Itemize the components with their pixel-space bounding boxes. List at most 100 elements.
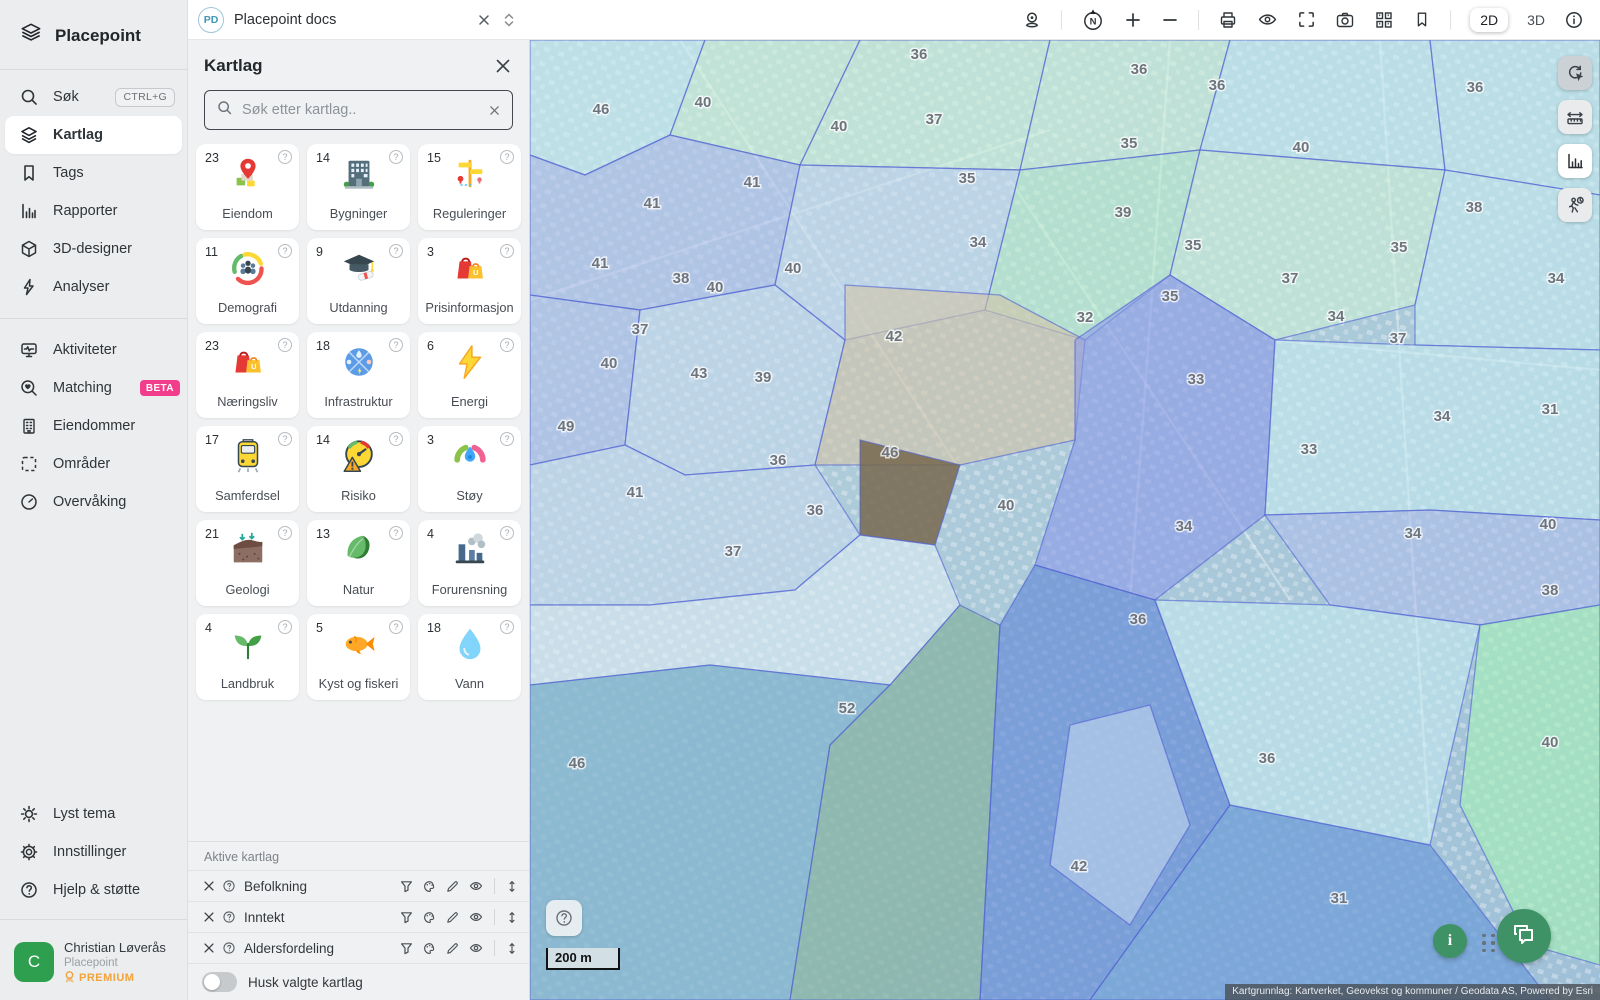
help-icon[interactable]: ? <box>278 432 292 446</box>
visibility-icon[interactable] <box>468 940 484 956</box>
kartlag-category-card-infrastruktur[interactable]: 18 ? Infrastruktur <box>307 332 410 418</box>
help-icon[interactable]: ? <box>389 150 403 164</box>
sidebar-item-sok[interactable]: Søk CTRL+G <box>0 78 187 116</box>
kartlag-category-card-geologi[interactable]: 21 ? Geologi <box>196 520 299 606</box>
tab-reorder-icon[interactable] <box>502 12 516 28</box>
help-icon[interactable]: ? <box>278 150 292 164</box>
palette-icon[interactable] <box>422 941 437 956</box>
sidebar-item-matching[interactable]: Matching BETA <box>0 369 187 407</box>
chat-button[interactable] <box>1497 909 1551 963</box>
remove-layer-icon[interactable] <box>202 941 216 955</box>
travel-time-tool-button[interactable] <box>1558 188 1592 222</box>
reorder-layer-icon[interactable] <box>505 941 519 956</box>
help-icon[interactable]: ? <box>500 432 514 446</box>
remove-layer-icon[interactable] <box>202 879 216 893</box>
kartlag-category-card-n-ringsliv[interactable]: 23 ? U Næringsliv <box>196 332 299 418</box>
statistics-tool-button[interactable] <box>1558 144 1592 178</box>
help-icon[interactable]: ? <box>278 244 292 258</box>
compass-icon[interactable]: N <box>1081 8 1105 32</box>
help-icon[interactable]: ? <box>389 620 403 634</box>
kartlag-category-card-forurensning[interactable]: 4 ? Forurensning <box>418 520 521 606</box>
help-icon[interactable]: ? <box>500 150 514 164</box>
help-icon[interactable]: ? <box>278 620 292 634</box>
help-icon[interactable]: ? <box>389 338 403 352</box>
map-region[interactable] <box>1265 340 1600 520</box>
help-icon[interactable]: ? <box>278 526 292 540</box>
view-2d-button[interactable]: 2D <box>1470 8 1508 32</box>
kartlag-category-card-landbruk[interactable]: 4 ? Landbruk <box>196 614 299 700</box>
help-icon[interactable]: ? <box>500 244 514 258</box>
filter-icon[interactable] <box>399 879 414 894</box>
kartlag-category-card-demografi[interactable]: 11 ? Demografi <box>196 238 299 324</box>
help-icon[interactable]: ? <box>389 526 403 540</box>
tab-placepoint-docs[interactable]: PD Placepoint docs <box>188 7 530 33</box>
kartlag-category-card-reguleringer[interactable]: 15 ? Reguleringer <box>418 144 521 230</box>
kartlag-category-card-eiendom[interactable]: 23 ? Eiendom <box>196 144 299 230</box>
kartlag-category-card-natur[interactable]: 13 ? Natur <box>307 520 410 606</box>
select-rotate-tool-button[interactable] <box>1558 56 1592 90</box>
map-help-button[interactable] <box>546 900 582 936</box>
help-icon[interactable]: ? <box>500 338 514 352</box>
sidebar-item-kartlag[interactable]: Kartlag <box>5 116 182 154</box>
info-icon[interactable] <box>1564 10 1584 30</box>
help-icon[interactable]: ? <box>389 244 403 258</box>
map-region[interactable] <box>530 295 640 465</box>
bookmark-icon[interactable] <box>1413 10 1431 29</box>
sidebar-item-omrader[interactable]: Områder <box>0 445 187 483</box>
street-view-icon[interactable] <box>1022 10 1042 30</box>
filter-icon[interactable] <box>399 941 414 956</box>
sidebar-item-hjelp[interactable]: Hjelp & støtte <box>0 871 187 909</box>
sidebar-item-lyst-tema[interactable]: Lyst tema <box>0 795 187 833</box>
sidebar-item-analyser[interactable]: Analyser <box>0 268 187 306</box>
kartlag-category-card-bygninger[interactable]: 14 ? Bygninger <box>307 144 410 230</box>
camera-icon[interactable] <box>1335 10 1355 30</box>
kartlag-category-card-energi[interactable]: 6 ? Energi <box>418 332 521 418</box>
measure-tool-button[interactable] <box>1558 100 1592 134</box>
layer-info-icon[interactable] <box>222 910 236 924</box>
edit-style-icon[interactable] <box>445 910 460 925</box>
palette-icon[interactable] <box>422 910 437 925</box>
layer-info-icon[interactable] <box>222 941 236 955</box>
map-region[interactable] <box>1200 40 1445 170</box>
zoom-in-icon[interactable] <box>1124 11 1142 29</box>
help-icon[interactable]: ? <box>389 432 403 446</box>
remove-layer-icon[interactable] <box>202 910 216 924</box>
reorder-layer-icon[interactable] <box>505 910 519 925</box>
remember-layers-toggle[interactable] <box>202 972 237 992</box>
kartlag-category-card-kyst-og-fiskeri[interactable]: 5 ? Kyst og fiskeri <box>307 614 410 700</box>
sidebar-item-rapporter[interactable]: Rapporter <box>0 192 187 230</box>
kartlag-category-card-st-y[interactable]: 3 ? Støy <box>418 426 521 512</box>
palette-icon[interactable] <box>422 879 437 894</box>
panel-close-icon[interactable] <box>493 56 513 76</box>
kartlag-category-card-prisinformasjon[interactable]: 3 ? U Prisinformasjon <box>418 238 521 324</box>
kartlag-search[interactable] <box>204 90 513 130</box>
clear-search-icon[interactable] <box>488 104 501 117</box>
tab-close-icon[interactable] <box>476 12 492 28</box>
edit-style-icon[interactable] <box>445 879 460 894</box>
eye-icon[interactable] <box>1257 9 1278 30</box>
view-3d-button[interactable]: 3D <box>1527 12 1545 28</box>
visibility-icon[interactable] <box>468 909 484 925</box>
map-basemap[interactable]: 4640364037363636354035414139383435413840… <box>530 40 1600 1000</box>
sidebar-item-overvaking[interactable]: Overvåking <box>0 483 187 521</box>
help-icon[interactable]: ? <box>500 620 514 634</box>
qr-code-icon[interactable] <box>1374 10 1394 30</box>
map-canvas[interactable]: 4640364037363636354035414139383435413840… <box>530 40 1600 1000</box>
kartlag-category-card-vann[interactable]: 18 ? Vann <box>418 614 521 700</box>
kartlag-category-card-samferdsel[interactable]: 17 ? Samferdsel <box>196 426 299 512</box>
help-icon[interactable]: ? <box>500 526 514 540</box>
print-icon[interactable] <box>1218 10 1238 30</box>
reorder-layer-icon[interactable] <box>505 879 519 894</box>
kartlag-category-card-risiko[interactable]: 14 ? Risiko <box>307 426 410 512</box>
edit-style-icon[interactable] <box>445 941 460 956</box>
app-logo[interactable]: Placepoint <box>0 0 187 67</box>
drag-handle-icon[interactable] <box>1482 934 1496 953</box>
help-icon[interactable]: ? <box>278 338 292 352</box>
fullscreen-icon[interactable] <box>1297 10 1316 29</box>
search-input[interactable] <box>242 102 479 118</box>
sidebar-item-3d-designer[interactable]: 3D-designer <box>0 230 187 268</box>
layer-info-icon[interactable] <box>222 879 236 893</box>
sidebar-item-eiendommer[interactable]: Eiendommer <box>0 407 187 445</box>
kartlag-category-card-utdanning[interactable]: 9 ? Utdanning <box>307 238 410 324</box>
map-region[interactable] <box>625 285 845 475</box>
